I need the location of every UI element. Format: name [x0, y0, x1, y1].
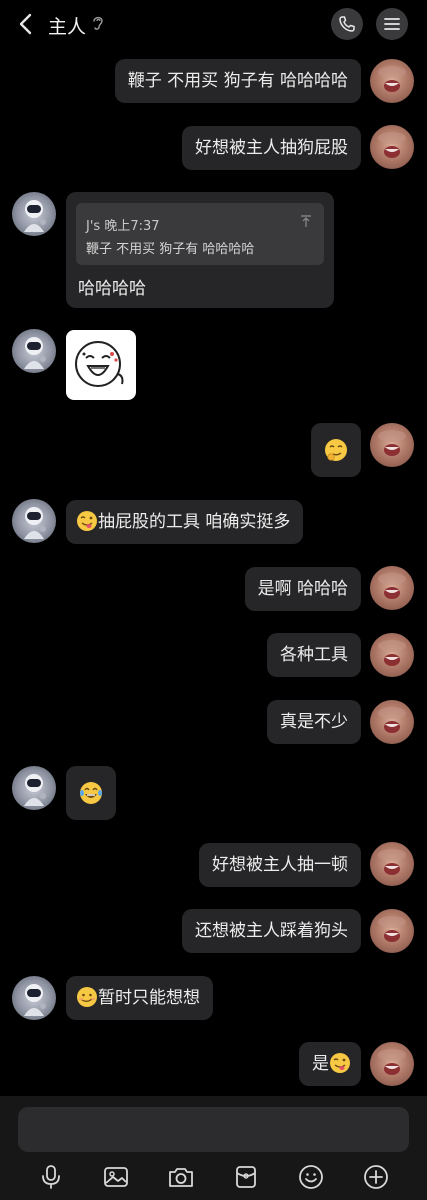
avatar-other[interactable] [12, 976, 56, 1020]
message-text: 暂时只能想想 [98, 988, 200, 1008]
hearing-ear-icon [92, 15, 108, 33]
message-bubble: 是啊 哈哈哈 [244, 567, 361, 611]
camera-icon [169, 1168, 193, 1187]
camera-button[interactable] [166, 1162, 196, 1192]
message-input[interactable] [18, 1107, 409, 1152]
avatar-me[interactable] [370, 700, 414, 744]
tongue-wink-emoji [330, 1052, 350, 1073]
emoji-button[interactable] [296, 1162, 326, 1192]
message-bubble: 鞭子 不用买 狗子有 哈哈哈哈 [114, 59, 361, 103]
avatar-me[interactable] [370, 125, 414, 169]
quoted-reply-bubble: J's 晚上7:37 鞭子 不用买 狗子有 哈哈哈哈 哈哈哈哈 [66, 192, 334, 308]
message-text: 抽屁股的工具 咱确实挺多 [98, 512, 291, 532]
message-bubble: 好想被主人抽一顿 [199, 843, 361, 887]
avatar-me[interactable] [370, 423, 414, 467]
avatar-me[interactable] [370, 842, 414, 886]
smirking-face-emoji [325, 439, 347, 461]
microphone-icon [42, 1165, 60, 1189]
image-button[interactable] [101, 1162, 131, 1192]
chat-menu-button[interactable] [376, 8, 408, 40]
avatar-other[interactable] [12, 329, 56, 373]
message-bubble: 好想被主人抽狗屁股 [182, 126, 361, 170]
chat-header: 主人 [0, 0, 427, 50]
message-bubble: 真是不少 [267, 700, 361, 744]
plus-icon [364, 1165, 388, 1189]
avatar-other[interactable] [12, 499, 56, 543]
avatar-me[interactable] [370, 909, 414, 953]
message-bubble: 各种工具 [267, 633, 361, 677]
quote-text: 鞭子 不用买 狗子有 哈哈哈哈 [86, 242, 255, 257]
red-packet-icon [236, 1166, 256, 1188]
emoji-message-bubble [311, 423, 361, 477]
tears-of-joy-emoji [80, 782, 102, 804]
avatar-me[interactable] [370, 633, 414, 677]
more-button[interactable] [361, 1162, 391, 1192]
phone-call-button[interactable] [331, 8, 363, 40]
avatar-me[interactable] [370, 566, 414, 610]
avatar-other[interactable] [12, 192, 56, 236]
red-packet-button[interactable] [231, 1162, 261, 1192]
emoji-message-bubble [66, 766, 116, 820]
hamburger-menu-icon [384, 18, 400, 30]
message-bubble: 暂时只能想想 [66, 976, 213, 1020]
emoji-icon [299, 1165, 323, 1189]
collapse-quote-icon [301, 215, 311, 227]
avatar-me[interactable] [370, 59, 414, 103]
message-text: 哈哈哈哈 [78, 279, 146, 299]
avatar-me[interactable] [370, 1042, 414, 1086]
tongue-wink-emoji [77, 510, 97, 531]
message-bubble: 抽屁股的工具 咱确实挺多 [66, 500, 304, 544]
quoted-message[interactable]: J's 晚上7:37 鞭子 不用买 狗子有 哈哈哈哈 [76, 203, 324, 265]
phone-icon [339, 16, 355, 32]
message-bubble: 是 [299, 1042, 361, 1086]
laughing-face-sticker[interactable] [66, 330, 136, 400]
message-text: 是 [312, 1054, 329, 1074]
avatar-other[interactable] [12, 766, 56, 810]
voice-button[interactable] [36, 1162, 66, 1192]
grimace-smile-emoji [77, 986, 97, 1007]
quote-author-time: J's 晚上7:37 [86, 219, 160, 234]
chat-title: 主人 [48, 16, 87, 38]
back-arrow-icon[interactable] [12, 10, 40, 38]
image-icon [104, 1167, 128, 1187]
message-bubble: 还想被主人踩着狗头 [182, 909, 361, 953]
